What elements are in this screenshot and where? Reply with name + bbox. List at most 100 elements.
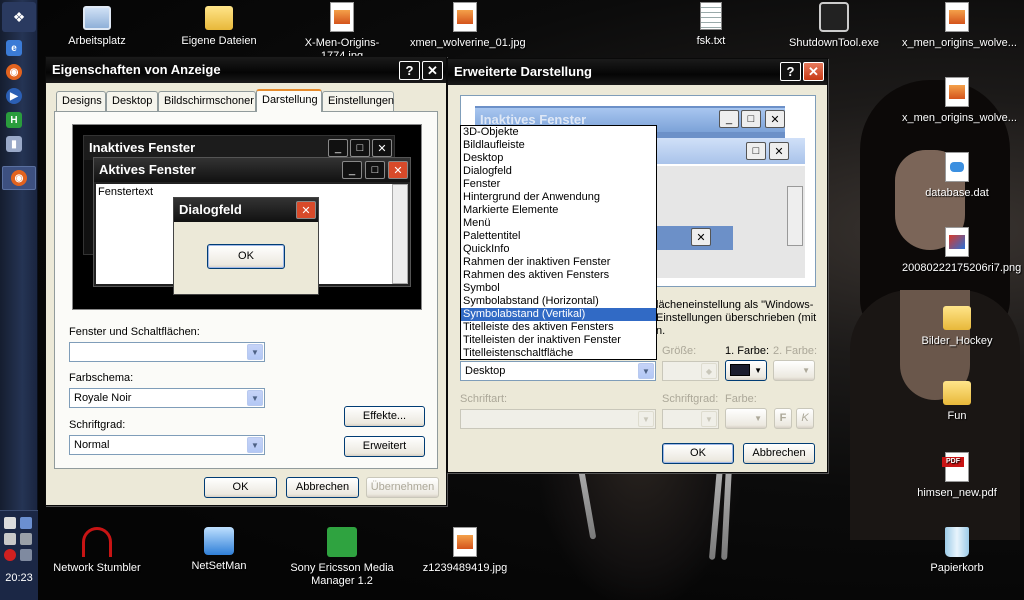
- tray-speaker-icon[interactable]: [20, 533, 32, 545]
- dropdown-option[interactable]: Symbol: [461, 282, 656, 295]
- tab-designs[interactable]: Designs: [56, 91, 106, 111]
- effects-button[interactable]: Effekte...: [344, 406, 425, 427]
- quick-launch-icon[interactable]: ▮: [6, 136, 22, 152]
- desktop-icon-label: z1239489419.jpg: [422, 562, 508, 574]
- tray-device-icon[interactable]: [4, 533, 16, 545]
- font-label: Schriftart:: [460, 393, 508, 405]
- cancel-button[interactable]: Abbrechen: [286, 477, 359, 498]
- dropdown-option[interactable]: Titelleisten der inaktiven Fenster: [461, 334, 656, 347]
- element-dropdown-list[interactable]: 3D-Objekte Bildlaufleiste Desktop Dialogfel…: [460, 125, 657, 360]
- close-button[interactable]: ✕: [422, 61, 443, 80]
- advanced-info-line-3: n.: [656, 325, 666, 337]
- font-select[interactable]: ▼: [460, 409, 656, 429]
- desktop-icon-z1239489419[interactable]: z1239489419.jpg: [410, 527, 520, 575]
- green-app-icon[interactable]: H: [6, 112, 22, 128]
- dropdown-option[interactable]: 3D-Objekte: [461, 126, 656, 139]
- dropdown-option[interactable]: Symbolabstand (Vertikal): [461, 308, 656, 321]
- chevron-down-icon: ▼: [802, 366, 810, 375]
- chevron-down-icon: ▼: [701, 411, 717, 427]
- dropdown-option[interactable]: Rahmen der inaktiven Fenster: [461, 256, 656, 269]
- font-size-select[interactable]: ▼: [662, 409, 719, 429]
- desktop-icon-label: Sony Ericsson Media Manager 1.2: [290, 562, 394, 587]
- desktop-icon-network-stumbler[interactable]: Network Stumbler: [42, 527, 152, 575]
- preview-ok-label: OK: [238, 250, 254, 262]
- desktop-icon-papierkorb[interactable]: Papierkorb: [902, 527, 1012, 575]
- minimize-icon: _: [719, 110, 739, 128]
- italic-button[interactable]: K: [796, 408, 814, 429]
- size-spinner[interactable]: ◆: [662, 361, 719, 381]
- dropdown-option[interactable]: Palettentitel: [461, 230, 656, 243]
- tray-usb-icon[interactable]: [20, 549, 32, 561]
- close-button[interactable]: ✕: [803, 62, 824, 81]
- font-size-select[interactable]: Normal ▼: [69, 435, 265, 455]
- desktop-icon-fsk-txt[interactable]: fsk.txt: [656, 2, 766, 48]
- advanced-appearance-titlebar[interactable]: Erweiterte Darstellung ? ✕: [448, 59, 827, 85]
- desktop-icon-eigene-dateien[interactable]: Eigene Dateien: [164, 2, 274, 48]
- desktop-icon-sony-ericsson[interactable]: Sony Ericsson Media Manager 1.2: [287, 527, 397, 588]
- tab-screensaver[interactable]: Bildschirmschoner: [158, 91, 256, 111]
- desktop-icon-x-men-origins-wolve-2[interactable]: x_men_origins_wolve...: [902, 77, 1017, 125]
- help-button[interactable]: ?: [780, 62, 801, 81]
- close-icon: ✕: [372, 139, 392, 157]
- tab-desktop[interactable]: Desktop: [106, 91, 158, 111]
- dropdown-option[interactable]: Fenster: [461, 178, 656, 191]
- dropdown-option[interactable]: Titelleistenschaltfläche: [461, 347, 656, 360]
- windows-buttons-select[interactable]: ▼: [69, 342, 265, 362]
- bold-button[interactable]: F: [774, 408, 792, 429]
- tab-appearance[interactable]: Darstellung: [256, 89, 322, 112]
- element-select[interactable]: Desktop ▼: [460, 361, 656, 381]
- chevron-down-icon: ▼: [638, 363, 654, 379]
- dropdown-option[interactable]: Titelleiste des aktiven Fensters: [461, 321, 656, 334]
- color-scheme-select[interactable]: Royale Noir ▼: [69, 388, 265, 408]
- close-icon: ✕: [691, 228, 711, 246]
- desktop-icon-xmen-wolverine-01[interactable]: xmen_wolverine_01.jpg: [410, 2, 526, 50]
- dropdown-option[interactable]: QuickInfo: [461, 243, 656, 256]
- tray-antivirus-icon[interactable]: [4, 549, 16, 561]
- color-scheme-label: Farbschema:: [69, 372, 134, 384]
- taskbar-item-firefox[interactable]: ◉: [2, 166, 36, 190]
- display-properties-titlebar[interactable]: Eigenschaften von Anzeige ? ✕: [46, 57, 446, 83]
- ok-button[interactable]: OK: [204, 477, 277, 498]
- firefox-icon[interactable]: ◉: [6, 64, 22, 80]
- computer-icon: [83, 6, 111, 30]
- dropdown-option[interactable]: Dialogfeld: [461, 165, 656, 178]
- media-player-icon[interactable]: ▶: [6, 88, 22, 104]
- pdf-file-icon: PDF: [942, 452, 969, 482]
- advanced-button[interactable]: Erweitert: [344, 436, 425, 457]
- taskbar-clock[interactable]: 20:23: [2, 572, 36, 584]
- desktop-icon-png[interactable]: 20080222175206ri7.png: [902, 227, 1021, 275]
- desktop-icon-shutdowntool[interactable]: ShutdownTool.exe: [779, 2, 889, 50]
- color1-button[interactable]: ▼: [725, 360, 767, 381]
- dropdown-option[interactable]: Rahmen des aktiven Fensters: [461, 269, 656, 282]
- desktop-icon-himsen-pdf[interactable]: PDF himsen_new.pdf: [902, 452, 1012, 500]
- apply-button[interactable]: Übernehmen: [366, 477, 439, 498]
- ie-icon[interactable]: e: [6, 40, 22, 56]
- desktop-icon-database-dat[interactable]: database.dat: [902, 152, 1012, 200]
- dropdown-option[interactable]: Desktop: [461, 152, 656, 165]
- help-button[interactable]: ?: [399, 61, 420, 80]
- desktop-icon-arbeitsplatz[interactable]: Arbeitsplatz: [42, 2, 152, 48]
- dropdown-option[interactable]: Symbolabstand (Horizontal): [461, 295, 656, 308]
- desktop-icon-x-men-origins-wolve-1[interactable]: x_men_origins_wolve...: [902, 2, 1017, 50]
- font-size-label: Schriftgrad:: [69, 419, 126, 431]
- advanced-info-line-1: lächeneinstellung als "Windows-: [656, 299, 814, 311]
- color2-button[interactable]: ▼: [773, 360, 815, 381]
- desktop-icon-fun[interactable]: Fun: [902, 377, 1012, 423]
- desktop-icon-xmen-origins-1774[interactable]: X-Men-Origins-1774.jpg: [287, 2, 397, 63]
- dropdown-option[interactable]: Menü: [461, 217, 656, 230]
- color1-label: 1. Farbe:: [725, 345, 770, 357]
- font-color-button[interactable]: ▼: [725, 408, 767, 429]
- dropdown-option[interactable]: Bildlaufleiste: [461, 139, 656, 152]
- desktop-icon-netsetman[interactable]: NetSetMan: [164, 527, 274, 573]
- tray-network-icon[interactable]: [20, 517, 32, 529]
- tray-window-icon[interactable]: [4, 517, 16, 529]
- dropdown-option[interactable]: Hintergrund der Anwendung: [461, 191, 656, 204]
- tab-settings[interactable]: Einstellungen: [322, 91, 394, 111]
- cancel-button[interactable]: Abbrechen: [743, 443, 815, 464]
- desktop-icon-bilder-hockey[interactable]: Bilder_Hockey: [902, 302, 1012, 348]
- dropdown-option[interactable]: Markierte Elemente: [461, 204, 656, 217]
- chevron-down-icon: ▼: [247, 390, 263, 406]
- close-icon: ✕: [427, 62, 438, 78]
- ok-button[interactable]: OK: [662, 443, 734, 464]
- start-button[interactable]: ❖: [2, 2, 36, 32]
